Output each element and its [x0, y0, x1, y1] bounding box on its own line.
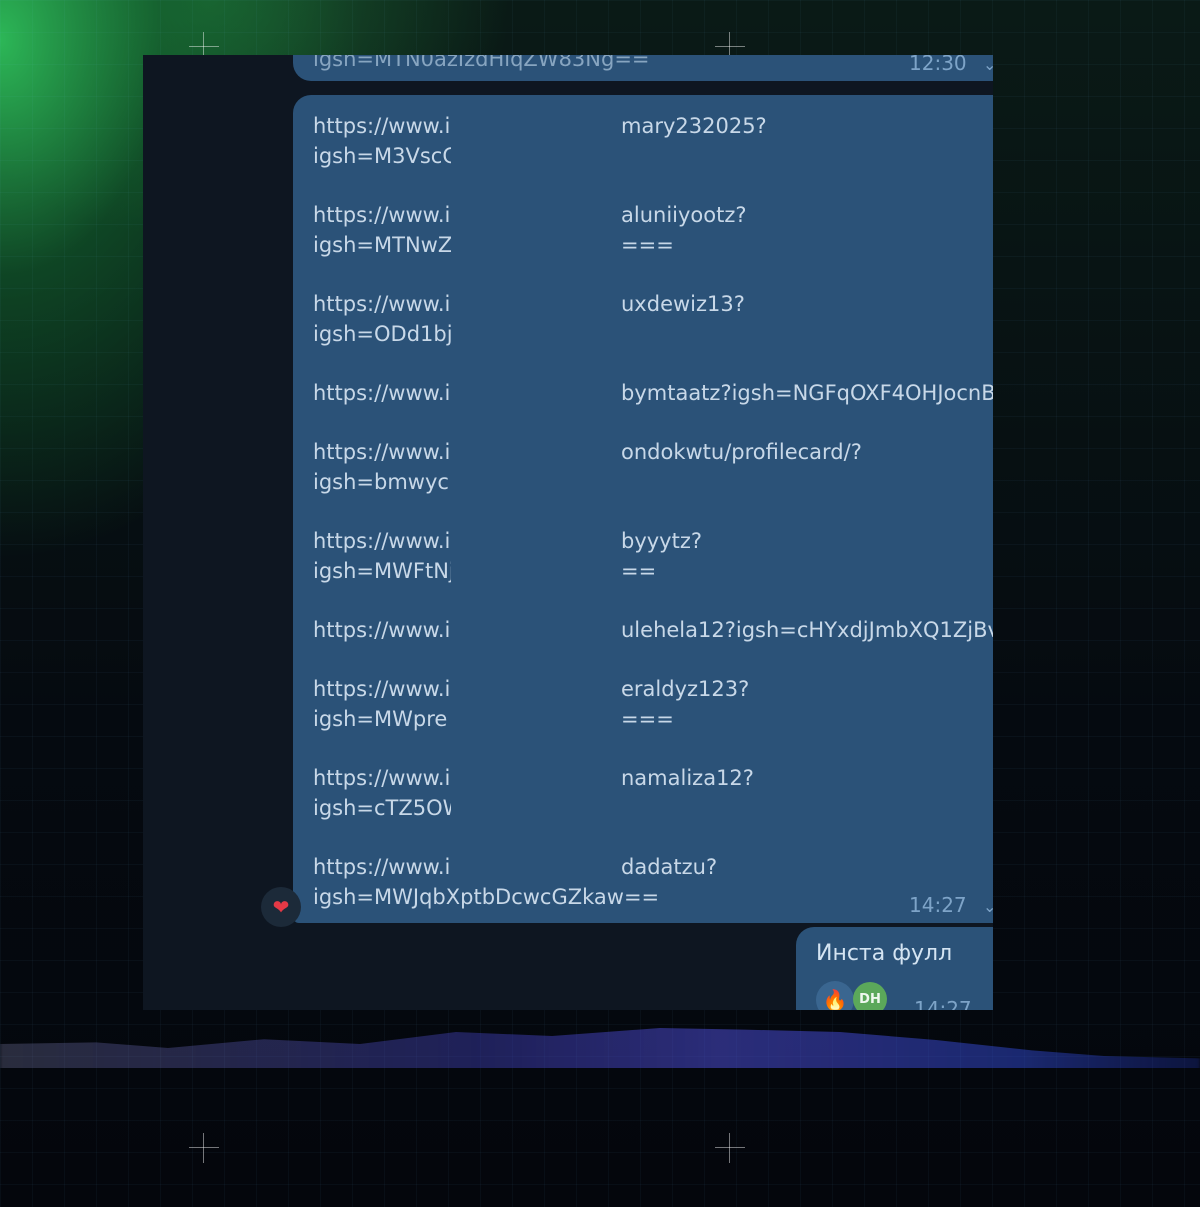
link-text[interactable]: https://www.i [313, 437, 451, 467]
message-time: 12:30 [909, 55, 967, 75]
message-time: 14:27 [914, 997, 972, 1010]
message-time: 14:27 [909, 893, 967, 917]
link-text[interactable]: igsh=cTZ5OW [313, 793, 451, 823]
links-message-bubble[interactable]: https://www.i mary232025? igsh=M3VscG https… [293, 95, 993, 923]
avatar[interactable]: DH [853, 982, 887, 1010]
fire-icon: 🔥 [822, 988, 848, 1010]
link-text[interactable]: === [621, 230, 674, 260]
heart-reaction[interactable]: ❤ [261, 887, 301, 927]
link-text[interactable]: eraldyz123? [621, 674, 749, 704]
link-text[interactable]: https://www.i [313, 852, 451, 882]
fire-reaction[interactable]: 🔥 [816, 981, 854, 1010]
link-text[interactable]: aluniiyootz? [621, 200, 747, 230]
link-text[interactable]: https://www.i [313, 674, 451, 704]
link-text[interactable]: https://www.i [313, 526, 451, 556]
own-message-bubble[interactable]: Инста фулл 🔥 DH 14:27 [796, 927, 993, 1010]
link-text[interactable]: === [621, 704, 674, 734]
link-text[interactable]: bymtaatz?igsh=NGFqOXF4OHJocnBj [621, 378, 993, 408]
link-text[interactable]: https://www.i [313, 378, 451, 408]
own-message-text: Инста фулл [816, 941, 953, 966]
link-text[interactable]: https://www.i [313, 111, 451, 141]
link-text[interactable]: https://www.i [313, 200, 451, 230]
link-text[interactable]: igsh=MWJqbXptbDcwcGZkaw== [313, 882, 673, 912]
link-text[interactable]: igsh=bmwyc [313, 467, 451, 497]
crosshair-mark [189, 1133, 219, 1163]
link-text[interactable]: ulehela12?igsh=cHYxdjJmbXQ1ZjBv [621, 615, 993, 645]
link-text[interactable]: igsh=ODd1bj [313, 319, 451, 349]
chat-window[interactable]: igsh=MTN0azIzdHlqZW83Ng== 12:30 ⌄ https:… [143, 55, 993, 1010]
link-text[interactable]: igsh=MTNwZ [313, 230, 451, 260]
link-text[interactable]: uxdewiz13? [621, 289, 745, 319]
crosshair-mark [715, 1133, 745, 1163]
chevron-down-icon[interactable]: ⌄ [983, 55, 993, 74]
link-text[interactable]: https://www.i [313, 763, 451, 793]
link-text[interactable]: == [621, 556, 656, 586]
link-text[interactable]: https://www.i [313, 289, 451, 319]
link-text[interactable]: byyytz? [621, 526, 702, 556]
previous-message-text: igsh=MTN0azIzdHlqZW83Ng== [313, 55, 650, 71]
redaction-block [451, 95, 621, 923]
link-text[interactable]: https://www.i [313, 615, 451, 645]
link-text[interactable]: dadatzu? [621, 852, 717, 882]
link-text[interactable]: ondokwtu/profilecard/? [621, 437, 862, 467]
link-text[interactable]: igsh=M3VscG [313, 141, 451, 171]
link-text[interactable]: namaliza12? [621, 763, 754, 793]
chevron-down-icon[interactable]: ⌄ [983, 897, 993, 916]
heart-icon: ❤ [272, 895, 290, 919]
link-text[interactable]: igsh=MWFtNj [313, 556, 451, 586]
link-text[interactable]: igsh=MWpre [313, 704, 451, 734]
previous-message-bubble[interactable]: igsh=MTN0azIzdHlqZW83Ng== 12:30 ⌄ [293, 55, 993, 81]
link-text[interactable]: mary232025? [621, 111, 767, 141]
